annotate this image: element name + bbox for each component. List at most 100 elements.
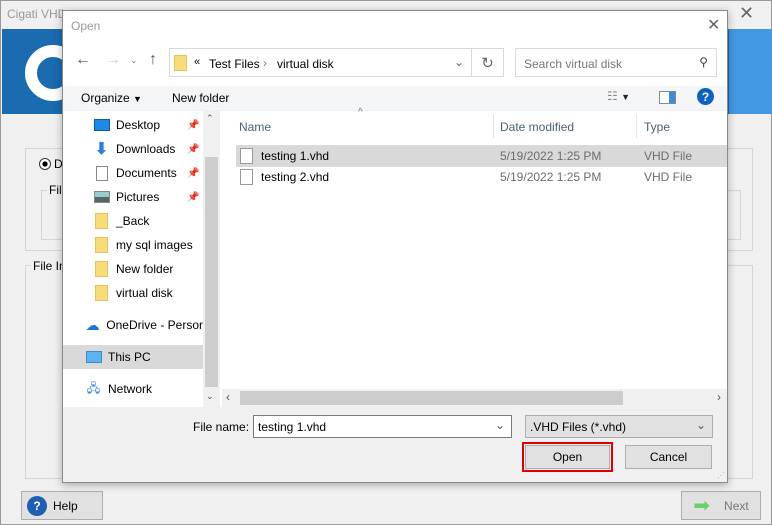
open-file-dialog: Open ✕ ← → ⌄ ↑ « Test Files › virtual di…: [62, 10, 728, 483]
open-button[interactable]: Open: [525, 445, 610, 469]
nav-item-onedrive[interactable]: ☁ OneDrive - Persor: [63, 313, 203, 337]
folder-icon: [93, 261, 110, 277]
view-options-icon[interactable]: ☷ ▼: [607, 89, 630, 103]
column-divider: [493, 114, 494, 138]
forward-icon[interactable]: →: [105, 51, 121, 69]
scroll-up-icon[interactable]: ⌃: [206, 113, 214, 124]
nav-item-documents[interactable]: Documents 📌: [63, 161, 203, 185]
file-name-input[interactable]: testing 1.vhd ⌄: [253, 415, 512, 438]
column-divider: [636, 114, 637, 138]
column-header-type[interactable]: Type: [644, 120, 670, 134]
folder-icon: [93, 285, 110, 301]
up-icon[interactable]: ↑: [149, 51, 157, 69]
open-label: Open: [552, 450, 583, 464]
folder-icon: [93, 237, 110, 253]
nav-label: my sql images: [116, 238, 193, 252]
file-name-label: File name:: [193, 420, 250, 434]
chevron-down-icon[interactable]: ⌄: [495, 418, 505, 432]
address-bar[interactable]: « Test Files › virtual disk ⌄: [169, 48, 472, 77]
nav-label: Documents: [116, 166, 177, 180]
pin-icon: 📌: [187, 167, 200, 179]
arrow-right-icon: ➡: [693, 495, 711, 517]
nav-label: Downloads: [116, 142, 176, 156]
desktop-icon: [93, 117, 110, 133]
organize-label: Organize: [81, 91, 130, 105]
onedrive-icon: ☁: [85, 316, 100, 333]
help-icon[interactable]: ?: [697, 88, 714, 105]
help-button[interactable]: ? Help: [21, 491, 103, 520]
nav-item-new-folder[interactable]: New folder: [63, 257, 203, 281]
next-label: Next: [724, 498, 749, 513]
nav-scrollbar-thumb[interactable]: [205, 157, 218, 387]
resize-grip-icon[interactable]: ⋰: [717, 471, 725, 480]
nav-item-downloads[interactable]: ⬇ Downloads 📌: [63, 137, 203, 161]
folder-icon: [93, 213, 110, 229]
scroll-left-icon[interactable]: ‹: [226, 390, 230, 404]
folder-icon: [174, 55, 187, 71]
file-icon: [240, 169, 253, 185]
organize-button[interactable]: Organize ▼: [81, 91, 142, 105]
column-header-name[interactable]: Name: [239, 120, 271, 134]
downloads-icon: ⬇: [94, 141, 109, 158]
refresh-button[interactable]: ↻: [471, 48, 504, 77]
pictures-icon: [93, 189, 110, 205]
dialog-title: Open: [71, 19, 101, 33]
chevron-down-icon[interactable]: ⌄: [454, 55, 464, 69]
navigation-pane: Desktop 📌 ⬇ Downloads 📌 Documents 📌 Pictures…: [63, 111, 220, 407]
file-row[interactable]: testing 2.vhd 5/19/2022 1:25 PM VHD File: [236, 166, 727, 188]
file-type: VHD File: [644, 170, 693, 184]
breadcrumb-overflow[interactable]: «: [194, 56, 200, 68]
documents-icon: [93, 165, 110, 181]
app-banner-accent: [729, 29, 772, 114]
file-name: testing 2.vhd: [261, 170, 330, 184]
sort-ascending-icon: ^: [358, 107, 363, 118]
file-row[interactable]: testing 1.vhd 5/19/2022 1:25 PM VHD File: [236, 145, 727, 167]
file-type: VHD File: [644, 149, 693, 163]
help-icon: ?: [27, 495, 47, 516]
nav-item-my-sql-images[interactable]: my sql images: [63, 233, 203, 257]
file-date: 5/19/2022 1:25 PM: [500, 149, 602, 163]
chevron-right-icon: ›: [263, 56, 267, 70]
nav-label: New folder: [116, 262, 174, 276]
nav-label: Network: [108, 382, 153, 396]
dialog-header: Open ✕ ← → ⌄ ↑ « Test Files › virtual di…: [63, 11, 727, 86]
file-type-select[interactable]: .VHD Files (*.vhd) ⌄: [525, 415, 713, 438]
search-icon: ⚲: [699, 55, 708, 69]
column-header-date-modified[interactable]: Date modified: [500, 120, 574, 134]
nav-label: Pictures: [116, 190, 160, 204]
nav-label: This PC: [108, 350, 151, 364]
file-list: Name ^ Date modified Type testing 1.vhd …: [220, 107, 727, 407]
scroll-right-icon[interactable]: ›: [717, 390, 721, 404]
nav-item-virtual-disk[interactable]: virtual disk: [63, 281, 203, 305]
search-placeholder: Search virtual disk: [524, 57, 623, 71]
app-title: Cigati VHD: [7, 7, 67, 21]
hscrollbar-thumb[interactable]: [240, 391, 623, 405]
dialog-toolbar: Organize ▼ New folder ☷ ▼ ?: [63, 86, 727, 110]
pc-icon: [85, 349, 102, 365]
app-close-button[interactable]: ✕: [739, 3, 754, 24]
scroll-down-icon[interactable]: ⌄: [206, 391, 214, 402]
chevron-down-icon[interactable]: ⌄: [696, 418, 706, 432]
new-folder-button[interactable]: New folder: [172, 91, 229, 105]
radio-icon[interactable]: [39, 158, 51, 170]
back-icon[interactable]: ←: [75, 51, 91, 69]
recent-locations-icon[interactable]: ⌄: [130, 55, 138, 66]
file-icon: [240, 148, 253, 164]
next-button[interactable]: ➡ Next: [681, 491, 761, 520]
nav-label: virtual disk: [116, 286, 173, 300]
pin-icon: 📌: [187, 143, 200, 155]
nav-item-network[interactable]: 🖧 Network: [63, 377, 203, 401]
nav-item-desktop[interactable]: Desktop 📌: [63, 113, 203, 137]
breadcrumb-test-files[interactable]: Test Files: [209, 57, 260, 71]
cancel-button[interactable]: Cancel: [625, 445, 712, 469]
nav-label: OneDrive - Persor: [106, 318, 203, 332]
search-input[interactable]: Search virtual disk ⚲: [515, 48, 717, 77]
nav-item-back[interactable]: _Back: [63, 209, 203, 233]
radio-option[interactable]: D: [39, 157, 63, 171]
breadcrumb-virtual-disk[interactable]: virtual disk: [277, 57, 334, 71]
dialog-close-button[interactable]: ✕: [707, 15, 720, 35]
preview-pane-icon[interactable]: [659, 91, 676, 104]
nav-item-pictures[interactable]: Pictures 📌: [63, 185, 203, 209]
refresh-icon: ↻: [481, 54, 494, 72]
nav-item-this-pc[interactable]: This PC: [63, 345, 203, 369]
